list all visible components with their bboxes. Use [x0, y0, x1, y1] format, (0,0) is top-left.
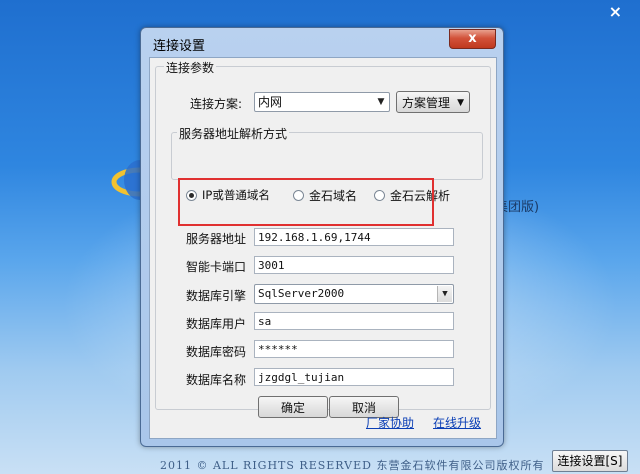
connection-settings-dialog: 连接设置 x 连接参数 连接方案: 内网 ▼ 方案管理 ▼ 服务器地址解析方式 … [140, 27, 504, 447]
scheme-manage-label: 方案管理 [402, 96, 451, 110]
db-password-input[interactable]: ****** [254, 340, 454, 358]
scheme-select[interactable]: 内网 ▼ [254, 92, 390, 112]
db-user-input[interactable]: sa [254, 312, 454, 330]
smartcard-port-label: 智能卡端口 [186, 260, 247, 274]
chevron-down-icon: ▼ [437, 286, 452, 302]
db-engine-select-value: SqlServer2000 [258, 287, 345, 300]
chevron-down-icon: ▼ [457, 98, 464, 108]
resolve-method-group-label: 服务器地址解析方式 [177, 125, 290, 142]
resolve-jinshi-domain-label: 金石域名 [309, 189, 358, 203]
db-password-label: 数据库密码 [186, 345, 247, 359]
connection-settings-button[interactable]: 连接设置[S] [552, 450, 628, 472]
scheme-select-value: 内网 [258, 95, 283, 109]
db-name-input[interactable]: jzgdgl_tujian [254, 368, 454, 386]
resolve-jinshi-cloud-radio[interactable] [374, 190, 385, 201]
vendor-help-link[interactable]: 厂家协助 [366, 414, 414, 431]
db-name-label: 数据库名称 [186, 373, 247, 387]
scheme-label: 连接方案: [190, 97, 243, 111]
dialog-titlebar: 连接设置 x [141, 28, 503, 56]
resolve-jinshi-cloud-label: 金石云解析 [390, 189, 451, 203]
resolve-ip-radio[interactable] [186, 190, 197, 201]
resolve-ip-label: IP或普通域名 [202, 188, 270, 202]
scheme-manage-button[interactable]: 方案管理 ▼ [396, 91, 470, 113]
db-engine-label: 数据库引擎 [186, 289, 247, 303]
server-address-input[interactable]: 192.168.1.69,1744 [254, 228, 454, 246]
smartcard-port-input[interactable]: 3001 [254, 256, 454, 274]
ok-button[interactable]: 确定 [258, 396, 328, 418]
server-address-label: 服务器地址 [186, 232, 247, 246]
dialog-close-button[interactable]: x [449, 29, 496, 49]
resolve-jinshi-domain-radio[interactable] [293, 190, 304, 201]
app-close-icon[interactable]: × [609, 2, 622, 21]
connection-params-group-label: 连接参数 [164, 59, 217, 76]
chevron-down-icon: ▼ [377, 97, 385, 107]
online-upgrade-link[interactable]: 在线升级 [433, 414, 481, 431]
db-user-label: 数据库用户 [186, 317, 247, 331]
dialog-title: 连接设置 [153, 39, 206, 54]
copyright-footer: 2011 © ALL RIGHTS RESERVED 东营金石软件有限公司版权所… [160, 459, 545, 472]
dialog-body: 连接参数 连接方案: 内网 ▼ 方案管理 ▼ 服务器地址解析方式 IP或普通域名… [149, 57, 497, 439]
db-engine-select[interactable]: SqlServer2000 ▼ [254, 284, 454, 304]
